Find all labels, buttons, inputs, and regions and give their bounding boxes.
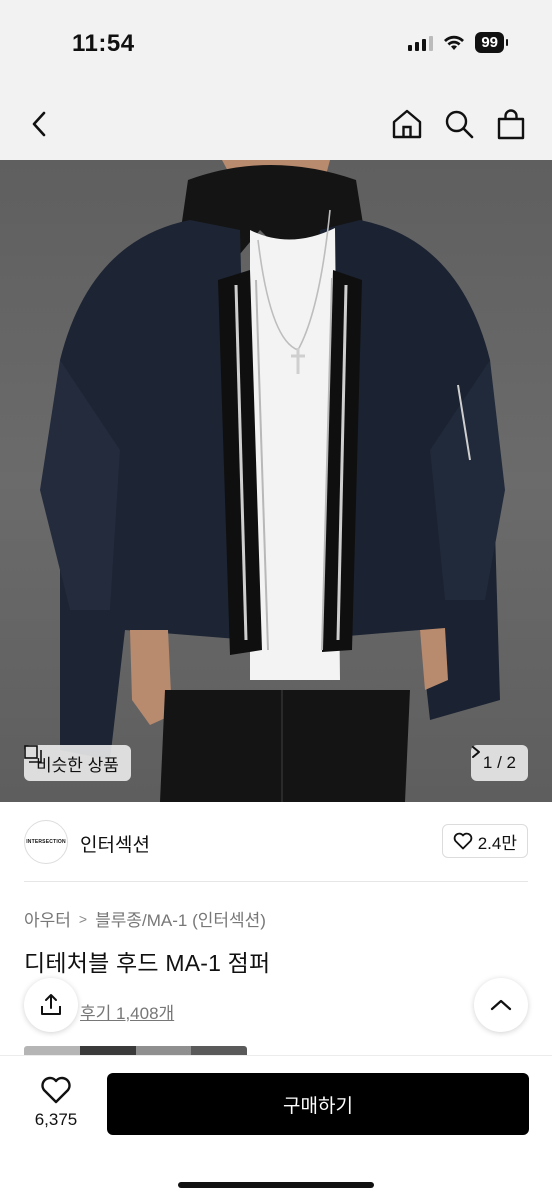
scroll-top-button[interactable]	[474, 978, 528, 1032]
page-indicator-text: 1 / 2	[482, 753, 516, 772]
status-icons: 99	[408, 32, 508, 53]
cart-button[interactable]	[492, 104, 530, 144]
battery-indicator: 99	[475, 32, 508, 53]
buy-button[interactable]: 구매하기	[107, 1073, 529, 1135]
home-button[interactable]	[388, 104, 426, 144]
wifi-icon	[444, 35, 465, 50]
chevron-right-icon	[471, 746, 480, 758]
breadcrumb-category[interactable]: 아우터	[24, 906, 71, 931]
home-icon	[392, 109, 422, 139]
wish-count: 6,375	[34, 1110, 78, 1129]
search-icon	[445, 110, 474, 139]
signal-icon	[408, 35, 434, 51]
review-thumbnails[interactable]	[24, 1046, 247, 1056]
brand-logo[interactable]: INTERSECTION	[24, 820, 68, 864]
similar-icon	[24, 745, 42, 763]
breadcrumb-subcategory[interactable]: 블루종/MA-1 (인터섹션)	[95, 906, 266, 931]
similar-items-button[interactable]: 비슷한 상품	[24, 745, 131, 781]
status-time: 11:54	[72, 30, 135, 57]
share-button[interactable]	[24, 978, 78, 1032]
heart-icon	[453, 832, 473, 850]
breadcrumb: 아우터 > 블루종/MA-1 (인터섹션)	[24, 906, 266, 931]
heart-icon	[41, 1076, 71, 1104]
wish-button[interactable]: 6,375	[28, 1076, 84, 1130]
search-button[interactable]	[440, 104, 478, 144]
bag-icon	[497, 109, 525, 140]
home-indicator	[178, 1182, 374, 1188]
brand-like-count: 2.4만	[477, 833, 517, 853]
similar-items-label: 비슷한 상품	[36, 755, 119, 775]
status-bar: 11:54 99	[0, 0, 552, 88]
brand-like-button[interactable]: 2.4만	[441, 824, 528, 858]
brand-name[interactable]: 인터섹션	[80, 830, 150, 857]
back-button[interactable]	[22, 104, 58, 144]
product-title: 디테처블 후드 MA-1 점퍼	[24, 950, 271, 976]
brand-row: INTERSECTION 인터섹션 2.4만	[24, 802, 528, 882]
product-photo	[40, 160, 505, 802]
chevron-right-icon: >	[78, 910, 88, 927]
review-link[interactable]: 후기 1,408개	[80, 999, 174, 1024]
top-nav	[0, 88, 552, 160]
share-icon	[41, 994, 61, 1015]
back-icon	[32, 111, 46, 137]
nav-actions	[388, 104, 530, 144]
product-image[interactable]: 비슷한 상품 1 / 2	[0, 160, 552, 802]
chevron-up-icon	[490, 999, 512, 1011]
image-page-indicator[interactable]: 1 / 2	[470, 745, 528, 781]
bottom-action-bar: 6,375 구매하기	[0, 1056, 552, 1200]
